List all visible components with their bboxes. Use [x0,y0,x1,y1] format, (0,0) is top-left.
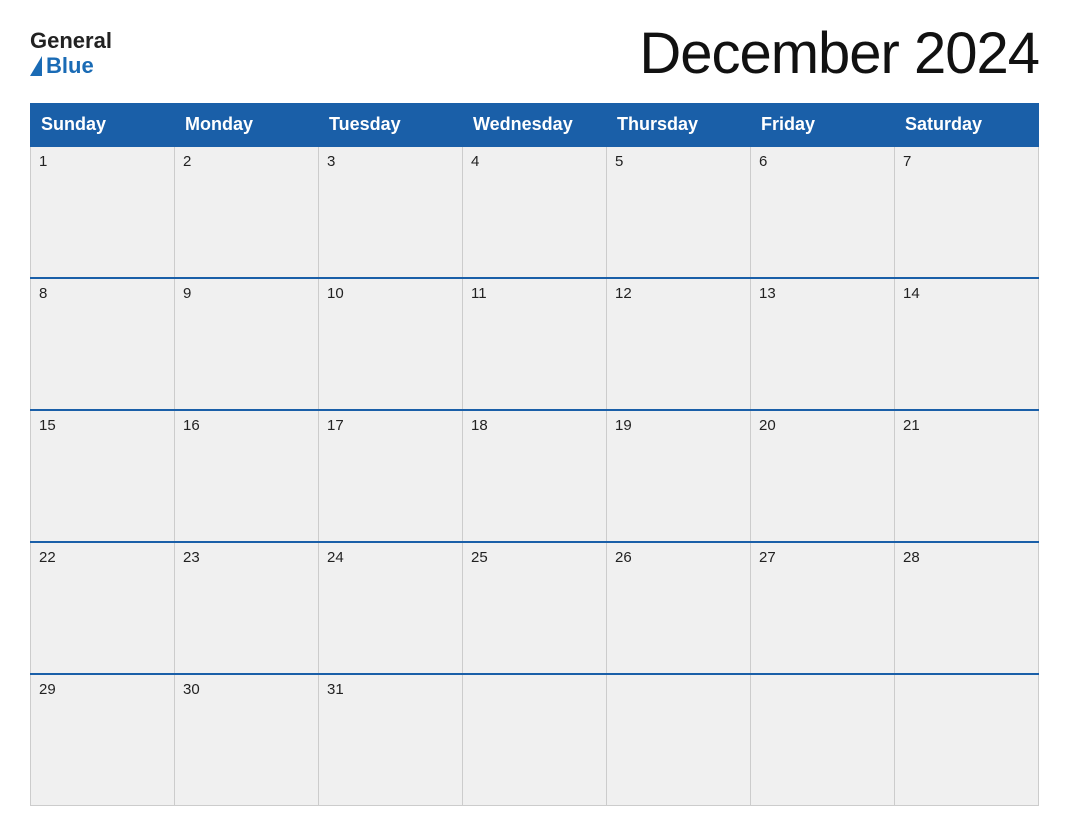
calendar-day-cell: 6 [751,146,895,278]
day-number: 24 [327,549,454,566]
calendar-day-cell: 22 [31,542,175,674]
day-number: 18 [471,417,598,434]
calendar-day-cell: 7 [895,146,1039,278]
calendar-day-cell: 5 [607,146,751,278]
day-number: 31 [327,681,454,698]
calendar-week-row: 29 30 31 [31,674,1039,806]
logo: General Blue [30,29,112,77]
day-number: 8 [39,285,166,302]
day-number: 12 [615,285,742,302]
day-number: 14 [903,285,1030,302]
day-number: 15 [39,417,166,434]
calendar-day-cell: 16 [175,410,319,542]
calendar-day-cell: 10 [319,278,463,410]
logo-blue-text: Blue [46,54,94,78]
calendar-day-cell: 24 [319,542,463,674]
day-number: 10 [327,285,454,302]
day-number: 1 [39,153,166,170]
header-monday: Monday [175,104,319,147]
calendar-day-cell: 27 [751,542,895,674]
day-number: 3 [327,153,454,170]
day-number: 28 [903,549,1030,566]
day-number: 27 [759,549,886,566]
day-number: 22 [39,549,166,566]
day-number: 19 [615,417,742,434]
day-number: 13 [759,285,886,302]
day-number: 4 [471,153,598,170]
day-number: 26 [615,549,742,566]
day-number: 16 [183,417,310,434]
calendar-day-cell: 28 [895,542,1039,674]
calendar-day-cell: 11 [463,278,607,410]
calendar-day-cell: 26 [607,542,751,674]
calendar-day-cell [751,674,895,806]
calendar-day-cell: 23 [175,542,319,674]
month-title: December 2024 [639,20,1039,87]
header-sunday: Sunday [31,104,175,147]
calendar-day-cell: 8 [31,278,175,410]
day-number: 6 [759,153,886,170]
day-number: 5 [615,153,742,170]
day-number: 21 [903,417,1030,434]
day-number: 17 [327,417,454,434]
calendar-day-cell: 17 [319,410,463,542]
calendar-day-cell: 12 [607,278,751,410]
calendar-day-cell: 1 [31,146,175,278]
weekday-header-row: Sunday Monday Tuesday Wednesday Thursday… [31,104,1039,147]
calendar-day-cell: 18 [463,410,607,542]
calendar-week-row: 1234567 [31,146,1039,278]
calendar-day-cell: 30 [175,674,319,806]
logo-bottom-row: Blue [30,54,94,78]
day-number: 11 [471,285,598,302]
calendar-week-row: 22 23 24 25 26 27 28 [31,542,1039,674]
calendar-day-cell: 2 [175,146,319,278]
calendar-day-cell [463,674,607,806]
logo-triangle-icon [30,56,42,76]
header-wednesday: Wednesday [463,104,607,147]
calendar-table: Sunday Monday Tuesday Wednesday Thursday… [30,103,1039,806]
day-number: 7 [903,153,1030,170]
calendar-day-cell: 31 [319,674,463,806]
day-number: 29 [39,681,166,698]
header-tuesday: Tuesday [319,104,463,147]
day-number: 30 [183,681,310,698]
day-number: 2 [183,153,310,170]
day-number: 9 [183,285,310,302]
calendar-day-cell: 14 [895,278,1039,410]
calendar-day-cell: 19 [607,410,751,542]
calendar-day-cell: 13 [751,278,895,410]
calendar-day-cell: 3 [319,146,463,278]
calendar-day-cell: 25 [463,542,607,674]
page-header: General Blue December 2024 [30,20,1039,87]
calendar-week-row: 15 16 17 18 19 20 21 [31,410,1039,542]
header-saturday: Saturday [895,104,1039,147]
calendar-day-cell: 20 [751,410,895,542]
header-thursday: Thursday [607,104,751,147]
day-number: 25 [471,549,598,566]
calendar-day-cell [607,674,751,806]
calendar-day-cell: 29 [31,674,175,806]
header-friday: Friday [751,104,895,147]
calendar-day-cell: 21 [895,410,1039,542]
calendar-week-row: 89 10 11 12 13 14 [31,278,1039,410]
calendar-day-cell: 15 [31,410,175,542]
day-number: 20 [759,417,886,434]
calendar-day-cell: 4 [463,146,607,278]
logo-general-text: General [30,29,112,53]
day-number: 23 [183,549,310,566]
calendar-day-cell [895,674,1039,806]
calendar-day-cell: 9 [175,278,319,410]
